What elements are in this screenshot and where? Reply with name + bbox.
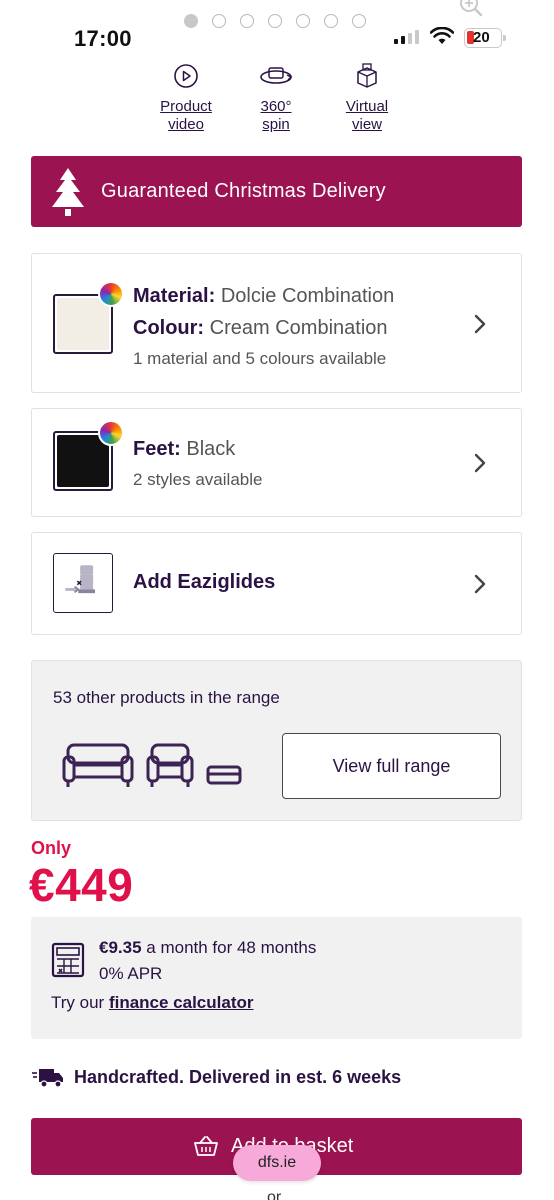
chevron-right-icon: [474, 574, 486, 594]
carousel-dot[interactable]: [184, 14, 198, 28]
rotate-360-icon: [260, 67, 293, 84]
chevron-right-icon: [474, 453, 486, 473]
christmas-tree-icon: [52, 167, 84, 216]
spin-360-label-2: spin: [262, 116, 290, 133]
carousel-dot[interactable]: [352, 14, 366, 28]
feet-label: Feet:: [133, 438, 181, 460]
product-video-label-2: video: [168, 116, 204, 133]
browser-url-pill[interactable]: dfs.ie: [233, 1145, 321, 1181]
feet-selector[interactable]: Feet: Black 2 styles available: [31, 408, 522, 517]
carousel-dot[interactable]: [324, 14, 338, 28]
image-carousel-dots[interactable]: [184, 14, 366, 28]
eaziglides-selector[interactable]: Add Eaziglides: [31, 532, 522, 635]
monthly-text: a month for 48 months: [141, 938, 317, 957]
virtual-view-label-1: Virtual: [345, 98, 389, 115]
delivery-truck-icon: [32, 1069, 63, 1088]
view-full-range-button[interactable]: View full range: [282, 733, 501, 799]
material-colour-selector[interactable]: Material: Dolcie Combination Colour: Cre…: [31, 253, 522, 393]
delivery-info: Handcrafted. Delivered in est. 6 weeks: [32, 1066, 401, 1088]
battery-icon: 20: [464, 28, 506, 48]
calculator-icon: [51, 942, 85, 978]
finance-calculator-line: Try our finance calculator: [51, 993, 254, 1013]
chevron-right-icon: [474, 314, 486, 334]
colour-wheel-icon: [98, 281, 124, 307]
material-label: Material:: [133, 285, 216, 307]
monthly-amount: €9.35: [99, 938, 142, 957]
christmas-delivery-banner: Guaranteed Christmas Delivery: [31, 156, 522, 227]
delivery-text: Handcrafted. Delivered in est. 6 weeks: [74, 1066, 402, 1087]
only-label: Only: [31, 838, 72, 858]
product-video-link[interactable]: Product video: [150, 62, 222, 134]
colour-wheel-icon: [98, 420, 124, 446]
finance-calculator-link[interactable]: finance calculator: [109, 993, 254, 1012]
basket-icon: [194, 1136, 218, 1156]
range-count-text: 53 other products in the range: [53, 688, 280, 707]
spin-360-label-1: 360°: [260, 98, 292, 115]
wifi-icon: [430, 27, 454, 44]
finance-box: €9.35 a month for 48 months 0% APR Try o…: [31, 917, 522, 1039]
virtual-view-link[interactable]: Virtual view: [336, 62, 398, 134]
play-icon: [174, 64, 198, 88]
carousel-dot[interactable]: [268, 14, 282, 28]
product-range-section: 53 other products in the range View full…: [31, 660, 522, 821]
box-3d-icon: [357, 63, 377, 88]
feet-value: Black: [186, 438, 236, 460]
eaziglides-swatch: [53, 553, 113, 613]
virtual-view-label-2: view: [351, 116, 382, 133]
eaziglides-icon: [65, 565, 95, 594]
material-value: Dolcie Combination: [220, 285, 395, 307]
sofa-range-icon: [62, 743, 242, 787]
spin-360-link[interactable]: 360° spin: [250, 62, 302, 134]
apr-text: 0% APR: [99, 964, 163, 983]
colour-label: Colour:: [133, 317, 205, 339]
battery-level: 20: [473, 29, 490, 46]
or-text: or: [267, 1189, 282, 1200]
try-our-text: Try our: [51, 993, 109, 1012]
zoom-in-icon[interactable]: [458, 0, 484, 20]
carousel-dot[interactable]: [296, 14, 310, 28]
eaziglides-label: Add Eaziglides: [133, 571, 276, 593]
banner-text: Guaranteed Christmas Delivery: [101, 180, 386, 202]
carousel-dot[interactable]: [240, 14, 254, 28]
cellular-signal-icon: [394, 30, 419, 44]
material-availability: 1 material and 5 colours available: [133, 349, 387, 368]
colour-value: Cream Combination: [209, 317, 388, 339]
product-price: €449: [29, 859, 134, 911]
finance-monthly-line: €9.35 a month for 48 months: [99, 938, 316, 958]
media-links: Product video 360° spin Virtual view: [150, 62, 410, 142]
status-time: 17:00: [74, 26, 132, 51]
carousel-dot[interactable]: [212, 14, 226, 28]
product-video-label-1: Product: [160, 98, 212, 115]
status-bar: 17:00 20: [0, 0, 554, 60]
feet-availability: 2 styles available: [133, 470, 263, 489]
